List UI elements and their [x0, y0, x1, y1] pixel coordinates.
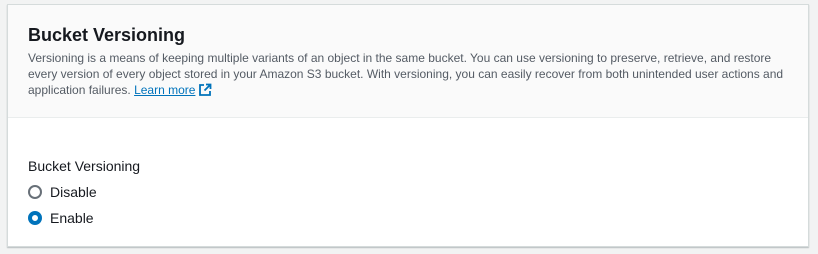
- disable-label[interactable]: Disable: [50, 184, 97, 200]
- panel-header: Bucket Versioning Versioning is a means …: [8, 5, 808, 118]
- disable-radio[interactable]: [28, 185, 42, 199]
- enable-label[interactable]: Enable: [50, 210, 94, 226]
- panel-description: Versioning is a means of keeping multipl…: [28, 50, 798, 101]
- enable-radio[interactable]: [28, 211, 42, 225]
- bucket-versioning-label: Bucket Versioning: [28, 158, 141, 174]
- external-link-icon[interactable]: [198, 83, 212, 101]
- radio-option-enable[interactable]: Enable: [28, 208, 788, 228]
- bucket-versioning-panel: Bucket Versioning Versioning is a means …: [7, 4, 809, 247]
- panel-body: Bucket Versioning Disable Enable: [8, 118, 808, 228]
- radio-option-disable[interactable]: Disable: [28, 182, 788, 202]
- learn-more-link[interactable]: Learn more: [134, 83, 195, 97]
- panel-title: Bucket Versioning: [28, 25, 186, 45]
